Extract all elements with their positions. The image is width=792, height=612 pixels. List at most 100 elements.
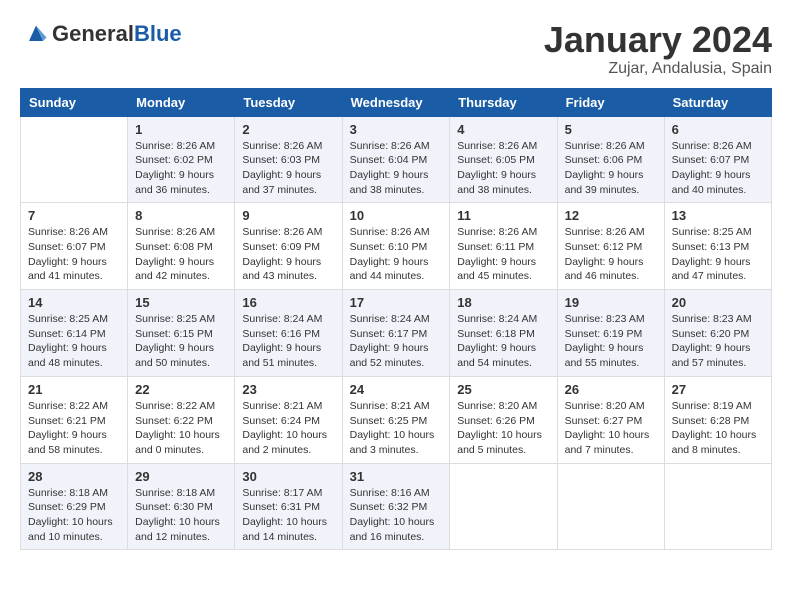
calendar-cell: 30 Sunrise: 8:17 AMSunset: 6:31 PMDayligh… [235,463,342,550]
day-info: Sunrise: 8:20 AMSunset: 6:27 PMDaylight:… [565,399,657,458]
calendar-cell: 11 Sunrise: 8:26 AMSunset: 6:11 PMDayligh… [450,203,557,290]
calendar-cell: 16 Sunrise: 8:24 AMSunset: 6:16 PMDayligh… [235,290,342,377]
page-subtitle: Zujar, Andalusia, Spain [544,60,772,78]
calendar-cell: 25 Sunrise: 8:20 AMSunset: 6:26 PMDayligh… [450,376,557,463]
logo-general: General [52,21,134,46]
day-info: Sunrise: 8:24 AMSunset: 6:17 PMDaylight:… [350,312,443,371]
day-number: 27 [672,382,764,397]
calendar-cell: 21 Sunrise: 8:22 AMSunset: 6:21 PMDayligh… [21,376,128,463]
day-number: 25 [457,382,549,397]
day-number: 9 [242,208,334,223]
logo-blue: Blue [134,21,182,46]
calendar-cell: 7Sunrise: 8:26 AMSunset: 6:07 PMDaylight… [21,203,128,290]
day-info: Sunrise: 8:22 AMSunset: 6:22 PMDaylight:… [135,399,227,458]
calendar-cell: 14 Sunrise: 8:25 AMSunset: 6:14 PMDayligh… [21,290,128,377]
day-info: Sunrise: 8:26 AMSunset: 6:09 PMDaylight:… [242,225,334,284]
day-number: 21 [28,382,120,397]
calendar-cell: 1Sunrise: 8:26 AMSunset: 6:02 PMDaylight… [128,116,235,203]
day-number: 23 [242,382,334,397]
calendar-cell: 28 Sunrise: 8:18 AMSunset: 6:29 PMDayligh… [21,463,128,550]
calendar-cell: 18 Sunrise: 8:24 AMSunset: 6:18 PMDayligh… [450,290,557,377]
calendar-week-3: 14 Sunrise: 8:25 AMSunset: 6:14 PMDayligh… [21,290,772,377]
day-number: 19 [565,295,657,310]
day-number: 24 [350,382,443,397]
calendar-cell: 17Sunrise: 8:24 AMSunset: 6:17 PMDayligh… [342,290,450,377]
calendar-cell: 20Sunrise: 8:23 AMSunset: 6:20 PMDayligh… [664,290,771,377]
calendar-week-5: 28 Sunrise: 8:18 AMSunset: 6:29 PMDayligh… [21,463,772,550]
general-blue-icon [22,20,50,48]
calendar-cell: 24 Sunrise: 8:21 AMSunset: 6:25 PMDayligh… [342,376,450,463]
day-number: 1 [135,122,227,137]
day-info: Sunrise: 8:18 AMSunset: 6:29 PMDaylight:… [28,486,120,545]
weekday-header-friday: Friday [557,88,664,116]
weekday-header-wednesday: Wednesday [342,88,450,116]
calendar-cell: 26 Sunrise: 8:20 AMSunset: 6:27 PMDayligh… [557,376,664,463]
day-number: 13 [672,208,764,223]
day-number: 30 [242,469,334,484]
day-number: 29 [135,469,227,484]
calendar-cell [21,116,128,203]
calendar-week-4: 21 Sunrise: 8:22 AMSunset: 6:21 PMDayligh… [21,376,772,463]
day-info: Sunrise: 8:25 AMSunset: 6:13 PMDaylight:… [672,225,764,284]
page-title: January 2024 [544,20,772,60]
calendar-cell: 6 Sunrise: 8:26 AMSunset: 6:07 PMDaylight… [664,116,771,203]
day-number: 11 [457,208,549,223]
page-header: GeneralBlue January 2024 Zujar, Andalusi… [20,20,772,78]
day-info: Sunrise: 8:19 AMSunset: 6:28 PMDaylight:… [672,399,764,458]
weekday-header-monday: Monday [128,88,235,116]
day-info: Sunrise: 8:24 AMSunset: 6:16 PMDaylight:… [242,312,334,371]
logo: GeneralBlue [20,20,182,48]
day-number: 10 [350,208,443,223]
calendar-cell: 2Sunrise: 8:26 AMSunset: 6:03 PMDaylight… [235,116,342,203]
calendar-cell: 4 Sunrise: 8:26 AMSunset: 6:05 PMDaylight… [450,116,557,203]
day-info: Sunrise: 8:20 AMSunset: 6:26 PMDaylight:… [457,399,549,458]
calendar-cell: 15 Sunrise: 8:25 AMSunset: 6:15 PMDayligh… [128,290,235,377]
day-info: Sunrise: 8:22 AMSunset: 6:21 PMDaylight:… [28,399,120,458]
day-number: 15 [135,295,227,310]
calendar-cell: 3Sunrise: 8:26 AMSunset: 6:04 PMDaylight… [342,116,450,203]
day-number: 26 [565,382,657,397]
calendar-week-1: 1Sunrise: 8:26 AMSunset: 6:02 PMDaylight… [21,116,772,203]
day-info: Sunrise: 8:26 AMSunset: 6:08 PMDaylight:… [135,225,227,284]
weekday-header-thursday: Thursday [450,88,557,116]
day-number: 6 [672,122,764,137]
day-number: 8 [135,208,227,223]
day-number: 31 [350,469,443,484]
calendar-table: SundayMondayTuesdayWednesdayThursdayFrid… [20,88,772,551]
calendar-cell: 13 Sunrise: 8:25 AMSunset: 6:13 PMDayligh… [664,203,771,290]
calendar-cell: 22Sunrise: 8:22 AMSunset: 6:22 PMDayligh… [128,376,235,463]
calendar-cell [664,463,771,550]
day-number: 18 [457,295,549,310]
day-info: Sunrise: 8:25 AMSunset: 6:14 PMDaylight:… [28,312,120,371]
weekday-header-saturday: Saturday [664,88,771,116]
day-number: 28 [28,469,120,484]
day-info: Sunrise: 8:26 AMSunset: 6:05 PMDaylight:… [457,139,549,198]
weekday-header-sunday: Sunday [21,88,128,116]
day-number: 14 [28,295,120,310]
weekday-header-row: SundayMondayTuesdayWednesdayThursdayFrid… [21,88,772,116]
day-number: 7 [28,208,120,223]
day-info: Sunrise: 8:25 AMSunset: 6:15 PMDaylight:… [135,312,227,371]
day-info: Sunrise: 8:26 AMSunset: 6:03 PMDaylight:… [242,139,334,198]
calendar-cell: 10 Sunrise: 8:26 AMSunset: 6:10 PMDayligh… [342,203,450,290]
calendar-week-2: 7Sunrise: 8:26 AMSunset: 6:07 PMDaylight… [21,203,772,290]
day-info: Sunrise: 8:24 AMSunset: 6:18 PMDaylight:… [457,312,549,371]
calendar-cell: 9 Sunrise: 8:26 AMSunset: 6:09 PMDaylight… [235,203,342,290]
day-number: 3 [350,122,443,137]
day-info: Sunrise: 8:26 AMSunset: 6:06 PMDaylight:… [565,139,657,198]
day-info: Sunrise: 8:23 AMSunset: 6:20 PMDaylight:… [672,312,764,371]
title-section: January 2024 Zujar, Andalusia, Spain [544,20,772,78]
day-number: 16 [242,295,334,310]
calendar-cell [450,463,557,550]
day-number: 12 [565,208,657,223]
day-info: Sunrise: 8:21 AMSunset: 6:25 PMDaylight:… [350,399,443,458]
day-info: Sunrise: 8:21 AMSunset: 6:24 PMDaylight:… [242,399,334,458]
day-info: Sunrise: 8:16 AMSunset: 6:32 PMDaylight:… [350,486,443,545]
day-info: Sunrise: 8:17 AMSunset: 6:31 PMDaylight:… [242,486,334,545]
day-info: Sunrise: 8:26 AMSunset: 6:11 PMDaylight:… [457,225,549,284]
calendar-cell: 19Sunrise: 8:23 AMSunset: 6:19 PMDayligh… [557,290,664,377]
day-info: Sunrise: 8:26 AMSunset: 6:10 PMDaylight:… [350,225,443,284]
calendar-cell: 12Sunrise: 8:26 AMSunset: 6:12 PMDayligh… [557,203,664,290]
day-number: 4 [457,122,549,137]
day-info: Sunrise: 8:26 AMSunset: 6:07 PMDaylight:… [672,139,764,198]
